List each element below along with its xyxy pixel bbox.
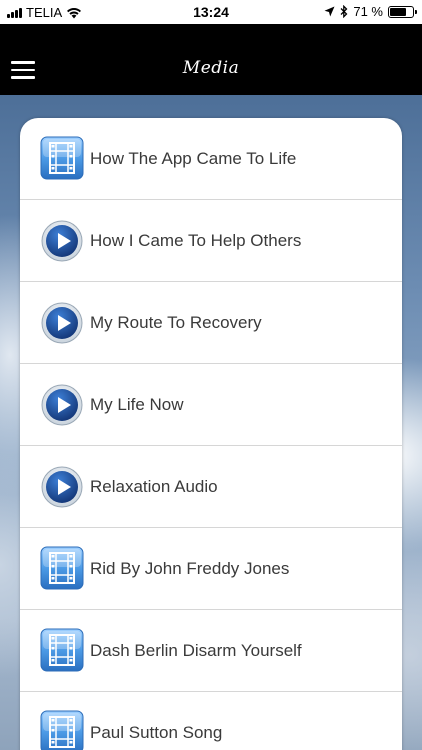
media-item-label: My Route To Recovery: [90, 313, 262, 332]
media-list: How The App Came To Life How I Came To He…: [20, 118, 402, 750]
media-item-label: My Life Now: [90, 395, 184, 414]
location-arrow-icon: [324, 6, 335, 17]
media-list-item[interactable]: Relaxation Audio: [20, 446, 402, 528]
film-icon: [40, 628, 84, 672]
play-icon: [41, 220, 83, 262]
film-icon: [40, 546, 84, 590]
nav-bar: Media: [0, 24, 422, 95]
media-item-label: How I Came To Help Others: [90, 231, 302, 250]
play-icon: [41, 466, 83, 508]
status-bar: TELIA 13:24 71 %: [0, 0, 422, 24]
film-icon: [40, 710, 84, 750]
play-icon: [41, 384, 83, 426]
media-list-item[interactable]: My Life Now: [20, 364, 402, 446]
play-icon: [41, 302, 83, 344]
media-list-item[interactable]: My Route To Recovery: [20, 282, 402, 364]
media-item-label: How The App Came To Life: [90, 149, 297, 168]
film-icon: [40, 136, 84, 180]
media-item-label: Dash Berlin Disarm Yourself: [90, 641, 302, 660]
battery-icon: [388, 5, 417, 18]
status-indicators: 71 %: [324, 4, 417, 19]
media-list-item[interactable]: How I Came To Help Others: [20, 200, 402, 282]
media-item-label: Relaxation Audio: [90, 477, 218, 496]
battery-level: [390, 7, 406, 16]
media-item-label: Paul Sutton Song: [90, 723, 223, 742]
bluetooth-icon: [340, 5, 348, 18]
page-title: Media: [182, 58, 240, 78]
media-list-item[interactable]: Rid By John Freddy Jones: [20, 528, 402, 610]
media-item-label: Rid By John Freddy Jones: [90, 559, 290, 578]
battery-percent: 71 %: [353, 4, 383, 19]
media-list-item[interactable]: Dash Berlin Disarm Yourself: [20, 610, 402, 692]
media-list-item[interactable]: Paul Sutton Song: [20, 692, 402, 750]
media-list-item[interactable]: How The App Came To Life: [20, 118, 402, 200]
